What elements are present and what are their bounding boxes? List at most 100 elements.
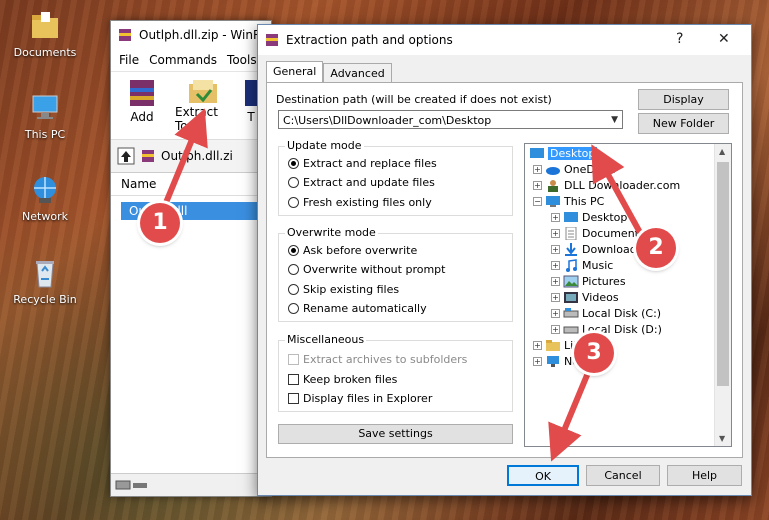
computer-icon (546, 196, 560, 207)
dialog-titlebar: Extraction path and options ? ✕ (258, 25, 751, 55)
desktop-icon-label: Network (22, 210, 68, 223)
folder-icon (29, 10, 61, 42)
tree-label: Pictures (582, 275, 626, 288)
expand-icon[interactable]: + (533, 181, 542, 190)
dialog-title: Extraction path and options (286, 33, 453, 47)
tab-general[interactable]: General (266, 61, 324, 84)
desktop-icon-label: This PC (24, 128, 66, 141)
step-badge-3: 3 (574, 333, 614, 373)
option-label: Extract and update files (303, 176, 435, 189)
menu-commands[interactable]: Commands (149, 53, 217, 67)
tree-item-downloads[interactable]: + Downloads (551, 243, 642, 256)
checkbox-icon (288, 354, 299, 365)
folder-tree[interactable]: Desktop + OneDrive + DLL Downloader.com … (524, 143, 732, 447)
desktop-icon-network[interactable]: Network (5, 174, 85, 223)
new-folder-button[interactable]: New Folder (638, 113, 729, 134)
add-label: Add (130, 110, 154, 124)
desktop-icon-this-pc[interactable]: This PC (5, 92, 85, 141)
scroll-up-icon[interactable]: ▲ (719, 147, 725, 156)
desktop-icon-recycle-bin[interactable]: Recycle Bin (5, 257, 85, 306)
radio-skip-existing[interactable]: Skip existing files (288, 283, 399, 296)
winrar-app-icon (266, 34, 278, 46)
videos-icon (564, 292, 578, 303)
menu-tools[interactable]: Tools (227, 53, 257, 67)
collapse-icon[interactable]: − (533, 197, 542, 206)
step-badge-1: 1 (140, 203, 180, 243)
cancel-button[interactable]: Cancel (586, 465, 660, 486)
expand-icon[interactable]: + (533, 357, 542, 366)
tree-scrollbar[interactable]: ▲ ▼ (714, 144, 731, 446)
ok-button[interactable]: OK (507, 465, 579, 486)
option-label: Display files in Explorer (303, 392, 433, 405)
expand-icon[interactable]: + (551, 277, 560, 286)
destination-path-combo[interactable]: C:\Users\DllDownloader_com\Desktop ▼ (278, 110, 623, 129)
checkbox-extract-to-subfolders[interactable]: Extract archives to subfolders (288, 353, 467, 366)
tree-label: Videos (582, 291, 619, 304)
expand-icon[interactable]: + (551, 229, 560, 238)
tree-item-this-pc[interactable]: − This PC (533, 195, 604, 208)
checkbox-icon (288, 393, 299, 404)
overwrite-mode-label: Overwrite mode (285, 226, 378, 239)
menu-file[interactable]: File (119, 53, 139, 67)
radio-fresh-existing[interactable]: Fresh existing files only (288, 196, 432, 209)
desktop-icon-label: Recycle Bin (13, 293, 77, 306)
expand-icon[interactable]: + (551, 245, 560, 254)
network-icon (547, 356, 559, 367)
overwrite-mode-group: Overwrite mode Ask before overwrite Over… (278, 226, 513, 322)
tree-label: OneDrive (564, 163, 616, 176)
expand-icon[interactable]: + (551, 213, 560, 222)
save-settings-button[interactable]: Save settings (278, 424, 513, 444)
up-folder-icon[interactable] (117, 147, 135, 165)
help-button[interactable]: Help (667, 465, 742, 486)
expand-icon[interactable]: + (533, 341, 542, 350)
radio-extract-update[interactable]: Extract and update files (288, 176, 435, 189)
desktop-icon-label: Documents (13, 46, 77, 59)
tree-item-local-disk-c[interactable]: + Local Disk (C:) (551, 307, 661, 320)
tree-item-desktop[interactable]: Desktop (529, 147, 598, 160)
general-tab-page: Destination path (will be created if doe… (266, 82, 743, 458)
radio-rename-automatically[interactable]: Rename automatically (288, 302, 427, 315)
tree-item-documents[interactable]: + Documents (551, 227, 645, 240)
extract-to-button[interactable]: Extract To (175, 78, 231, 133)
tree-item-pc-desktop[interactable]: + Desktop (551, 211, 627, 224)
radio-extract-replace[interactable]: Extract and replace files (288, 157, 437, 170)
documents-icon (565, 227, 577, 240)
add-button[interactable]: Add (119, 78, 165, 133)
radio-overwrite-without-prompt[interactable]: Overwrite without prompt (288, 263, 445, 276)
tree-item-onedrive[interactable]: + OneDrive (533, 163, 616, 176)
expand-icon[interactable]: + (533, 165, 542, 174)
tree-item-music[interactable]: + Music (551, 259, 613, 272)
desktop-icon-documents[interactable]: Documents (5, 10, 85, 59)
tree-label: This PC (564, 195, 605, 208)
tree-item-pictures[interactable]: + Pictures (551, 275, 626, 288)
step-badge-2: 2 (636, 228, 676, 268)
scrollbar-thumb[interactable] (717, 162, 729, 386)
expand-icon[interactable]: + (551, 325, 560, 334)
radio-ask-before-overwrite[interactable]: Ask before overwrite (288, 244, 417, 257)
expand-icon[interactable]: + (551, 309, 560, 318)
drive-icon (563, 308, 579, 318)
column-header-name[interactable]: Name (111, 173, 271, 196)
winrar-statusbar (111, 473, 271, 496)
display-button[interactable]: Display (638, 89, 729, 110)
pictures-icon (563, 275, 579, 288)
tab-advanced[interactable]: Advanced (323, 63, 392, 84)
scroll-down-icon[interactable]: ▼ (719, 434, 725, 443)
tree-item-videos[interactable]: + Videos (551, 291, 619, 304)
expand-icon[interactable]: + (551, 293, 560, 302)
tree-label: Local Disk (C:) (582, 307, 662, 320)
tree-label: Desktop (582, 211, 628, 224)
tree-item-local-disk-d[interactable]: + Local Disk (D:) (551, 323, 662, 336)
option-label: Extract and replace files (303, 157, 437, 170)
radio-icon (288, 264, 299, 275)
chevron-down-icon[interactable]: ▼ (611, 111, 618, 130)
checkbox-keep-broken-files[interactable]: Keep broken files (288, 373, 397, 386)
expand-icon[interactable]: + (551, 261, 560, 270)
tree-item-user[interactable]: + DLL Downloader.com (533, 179, 680, 192)
help-icon[interactable]: ? (676, 31, 683, 47)
option-label: Extract archives to subfolders (303, 353, 468, 366)
checkbox-display-in-explorer[interactable]: Display files in Explorer (288, 392, 432, 405)
libraries-icon (546, 340, 560, 351)
winrar-address-bar: Outlph.dll.zi (111, 140, 271, 173)
close-icon[interactable]: ✕ (718, 31, 730, 47)
